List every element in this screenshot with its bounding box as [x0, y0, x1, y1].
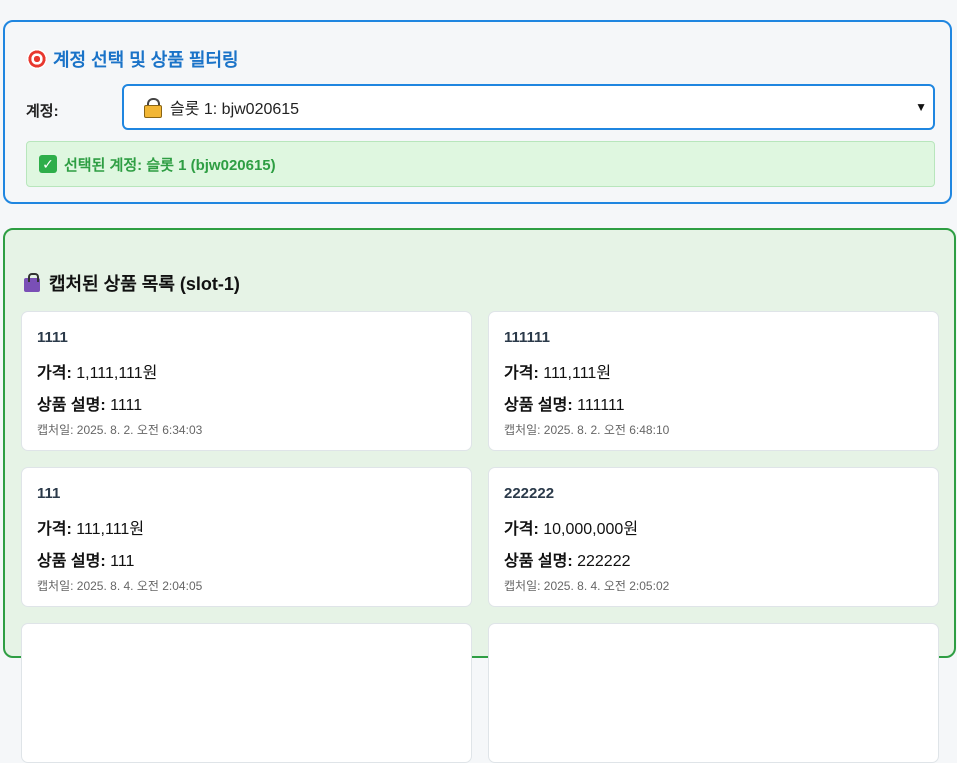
price-value: 111,111원 — [76, 521, 145, 538]
price-value: 1,111,111원 — [76, 365, 158, 382]
product-card[interactable] — [21, 623, 472, 763]
product-name: 1111 — [37, 329, 68, 346]
product-card[interactable]: 111 가격: 111,111원 상품 설명: 111 캡처일: 2025. 8… — [21, 467, 472, 607]
account-select[interactable]: 슬롯 1: bjw020615 ▼ — [122, 84, 935, 130]
price-value: 10,000,000원 — [543, 521, 639, 538]
product-name: 222222 — [504, 485, 555, 502]
product-card[interactable]: 222222 가격: 10,000,000원 상품 설명: 222222 캡처일… — [488, 467, 939, 607]
product-card[interactable] — [488, 623, 939, 763]
capture-date: 캡처일: 2025. 8. 4. 오전 2:05:02 — [504, 579, 670, 593]
capture-date: 캡처일: 2025. 8. 2. 오전 6:48:10 — [504, 423, 670, 437]
product-description: 상품 설명: 111111 — [504, 391, 625, 415]
product-price: 가격: 1,111,111원 — [37, 359, 157, 383]
target-icon — [27, 49, 47, 69]
desc-label: 상품 설명: — [37, 397, 106, 414]
desc-value: 1111 — [110, 397, 143, 414]
price-label: 가격: — [37, 521, 72, 538]
product-card[interactable]: 111111 가격: 111,111원 상품 설명: 111111 캡처일: 2… — [488, 311, 939, 451]
product-description: 상품 설명: 111 — [37, 547, 134, 571]
desc-label: 상품 설명: — [504, 397, 573, 414]
desc-value: 222222 — [577, 553, 631, 570]
account-label: 계정: — [26, 103, 59, 120]
product-price: 가격: 111,111원 — [37, 515, 144, 539]
product-card[interactable]: 1111 가격: 1,111,111원 상품 설명: 1111 캡처일: 202… — [21, 311, 472, 451]
account-select-value: 슬롯 1: bjw020615 — [170, 101, 300, 118]
products-panel-title: 캡처된 상품 목록 (slot-1) — [23, 270, 240, 296]
product-price: 가격: 10,000,000원 — [504, 515, 638, 539]
products-panel-title-text: 캡처된 상품 목록 (slot-1) — [49, 274, 240, 294]
capture-date: 캡처일: 2025. 8. 2. 오전 6:34:03 — [37, 423, 203, 437]
account-filter-panel: 계정 선택 및 상품 필터링 계정: 슬롯 1: bjw020615 ▼ ✓ 선… — [3, 20, 952, 204]
shopping-bag-icon — [23, 273, 43, 293]
selected-account-text: 선택된 계정: 슬롯 1 (bjw020615) — [64, 156, 276, 174]
product-description: 상품 설명: 1111 — [37, 391, 142, 415]
lock-icon — [144, 98, 162, 118]
desc-label: 상품 설명: — [37, 553, 106, 570]
desc-value: 111 — [110, 553, 135, 570]
selected-account-status: ✓ 선택된 계정: 슬롯 1 (bjw020615) — [26, 141, 935, 187]
product-price: 가격: 111,111원 — [504, 359, 611, 383]
account-panel-title-text: 계정 선택 및 상품 필터링 — [53, 50, 239, 70]
price-label: 가격: — [504, 365, 539, 382]
chevron-down-icon[interactable]: ▼ — [915, 100, 927, 114]
desc-label: 상품 설명: — [504, 553, 573, 570]
product-description: 상품 설명: 222222 — [504, 547, 631, 571]
captured-products-panel: 캡처된 상품 목록 (slot-1) 1111 가격: 1,111,111원 상… — [3, 228, 956, 763]
price-label: 가격: — [504, 521, 539, 538]
product-name: 111 — [37, 485, 61, 502]
price-label: 가격: — [37, 365, 72, 382]
check-icon: ✓ — [39, 155, 57, 173]
account-panel-title: 계정 선택 및 상품 필터링 — [27, 46, 239, 72]
product-name: 111111 — [504, 329, 550, 346]
price-value: 111,111원 — [543, 365, 612, 382]
desc-value: 111111 — [577, 397, 625, 414]
capture-date: 캡처일: 2025. 8. 4. 오전 2:04:05 — [37, 579, 203, 593]
